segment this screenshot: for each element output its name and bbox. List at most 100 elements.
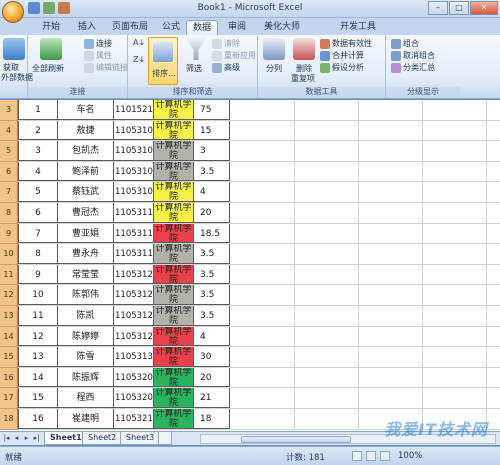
cell-id[interactable]: 11053124	[114, 306, 154, 326]
cell-id[interactable]: 11053104	[114, 141, 154, 161]
row-header[interactable]: 17	[0, 388, 18, 409]
cell-college[interactable]: 计算机学院	[154, 306, 194, 326]
cell-name[interactable]: 包凯杰	[58, 141, 114, 161]
cell-id[interactable]: 11053128	[114, 326, 154, 347]
cell-name[interactable]: 常莹莹	[58, 264, 114, 285]
cell-id[interactable]: 11053110	[114, 203, 154, 223]
cell-id[interactable]: 11015218	[114, 100, 154, 120]
cell-id[interactable]: 11053102	[114, 120, 154, 141]
data-validation-button[interactable]: 数据有效性	[320, 38, 372, 49]
cell-college[interactable]: 计算机学院	[154, 347, 194, 367]
cell-name[interactable]: 陈雪	[58, 347, 114, 367]
sort-az-icon[interactable]: A↓	[133, 38, 145, 47]
cell-num[interactable]: 7	[18, 223, 58, 244]
cell-num[interactable]: 8	[18, 244, 58, 264]
tab-insert[interactable]: 插入	[72, 20, 102, 35]
first-sheet-icon[interactable]: |◂	[2, 434, 11, 443]
row-header[interactable]: 11	[0, 264, 18, 286]
maximize-button[interactable]: □	[449, 1, 469, 15]
cell-id[interactable]: 11053114	[114, 223, 154, 244]
cell-name[interactable]: 车名	[58, 100, 114, 120]
cell-id[interactable]: 11053106	[114, 161, 154, 182]
cell-num[interactable]: 10	[18, 285, 58, 305]
cell-num[interactable]: 14	[18, 367, 58, 388]
cell-id[interactable]: 11053212	[114, 409, 154, 429]
cell-value[interactable]: 18	[194, 409, 230, 429]
row-header[interactable]: 14	[0, 326, 18, 348]
cell-num[interactable]: 5	[18, 182, 58, 202]
cell-id[interactable]: 11053121	[114, 264, 154, 285]
cell-id[interactable]: 11053130	[114, 347, 154, 367]
row-header[interactable]: 4	[0, 120, 18, 142]
sheet-tab-2[interactable]: Sheet2	[82, 432, 123, 445]
cell-num[interactable]: 16	[18, 409, 58, 429]
office-button[interactable]	[2, 1, 24, 23]
minimize-button[interactable]: –	[428, 1, 448, 15]
cell-value[interactable]: 20	[194, 203, 230, 223]
normal-view-icon[interactable]	[352, 451, 362, 461]
cell-id[interactable]: 11053108	[114, 182, 154, 202]
row-header[interactable]: 16	[0, 367, 18, 389]
cell-name[interactable]: 曹亚娟	[58, 223, 114, 244]
cell-college[interactable]: 计算机学院	[154, 244, 194, 264]
cell-num[interactable]: 12	[18, 326, 58, 347]
cell-num[interactable]: 4	[18, 161, 58, 182]
cell-value[interactable]: 15	[194, 120, 230, 141]
zoom-level[interactable]: 100%	[398, 451, 422, 461]
cell-id[interactable]: 11053203	[114, 367, 154, 388]
cell-value[interactable]: 3.5	[194, 244, 230, 264]
subtotal-button[interactable]: 分类汇总	[391, 62, 435, 73]
cell-value[interactable]: 3.5	[194, 264, 230, 285]
cell-college[interactable]: 计算机学院	[154, 326, 194, 347]
insert-sheet-icon[interactable]	[158, 432, 172, 445]
next-sheet-icon[interactable]: ▸	[22, 434, 31, 443]
row-header[interactable]: 9	[0, 223, 18, 245]
tab-review[interactable]: 审阅	[222, 20, 252, 35]
cell-value[interactable]: 3.5	[194, 306, 230, 326]
ungroup-button[interactable]: 取消组合	[391, 50, 435, 61]
cell-num[interactable]: 11	[18, 306, 58, 326]
cell-id[interactable]: 11053115	[114, 244, 154, 264]
sheet-tab-3[interactable]: Sheet3	[120, 432, 161, 445]
consolidate-button[interactable]: 合并计算	[320, 50, 364, 61]
page-layout-view-icon[interactable]	[366, 451, 376, 461]
reapply-button[interactable]: 重新应用	[212, 50, 256, 61]
cell-num[interactable]: 13	[18, 347, 58, 367]
cell-value[interactable]: 18.5	[194, 223, 230, 244]
cell-num[interactable]: 3	[18, 141, 58, 161]
cell-value[interactable]: 3.5	[194, 285, 230, 305]
cell-num[interactable]: 1	[18, 100, 58, 120]
clear-button[interactable]: 清除	[212, 38, 240, 49]
cell-num[interactable]: 2	[18, 120, 58, 141]
group-button[interactable]: 组合	[391, 38, 419, 49]
cell-name[interactable]: 陈郭伟	[58, 285, 114, 305]
connections-button[interactable]: 连接	[84, 38, 112, 49]
row-header[interactable]: 12	[0, 285, 18, 306]
refresh-all-button[interactable]: 全部刷新	[32, 63, 64, 74]
last-sheet-icon[interactable]: ▸|	[32, 434, 41, 443]
tab-home[interactable]: 开始	[36, 20, 66, 35]
cell-name[interactable]: 蔡钰武	[58, 182, 114, 202]
cell-num[interactable]: 15	[18, 388, 58, 408]
cell-college[interactable]: 计算机学院	[154, 409, 194, 429]
row-header[interactable]: 13	[0, 306, 18, 327]
row-header[interactable]: 7	[0, 182, 18, 203]
cell-value[interactable]: 4	[194, 326, 230, 347]
cell-name[interactable]: 陈婷婷	[58, 326, 114, 347]
sort-za-icon[interactable]: Z↓	[133, 55, 145, 64]
cell-id[interactable]: 11053122	[114, 285, 154, 305]
properties-button[interactable]: 属性	[84, 50, 112, 61]
cell-num[interactable]: 9	[18, 264, 58, 285]
cell-value[interactable]: 21	[194, 388, 230, 408]
what-if-button[interactable]: 假设分析	[320, 62, 364, 73]
row-header[interactable]: 3	[0, 100, 18, 121]
tab-developer[interactable]: 开发工具	[336, 20, 380, 35]
cell-name[interactable]: 曹冠杰	[58, 203, 114, 223]
filter-button[interactable]: 筛选	[186, 63, 202, 74]
cell-college[interactable]: 计算机学院	[154, 203, 194, 223]
remove-duplicates-label2[interactable]: 重复项	[291, 73, 315, 84]
cell-value[interactable]: 20	[194, 367, 230, 388]
row-header[interactable]: 15	[0, 347, 18, 368]
prev-sheet-icon[interactable]: ◂	[12, 434, 21, 443]
cell-college[interactable]: 计算机学院	[154, 264, 194, 285]
